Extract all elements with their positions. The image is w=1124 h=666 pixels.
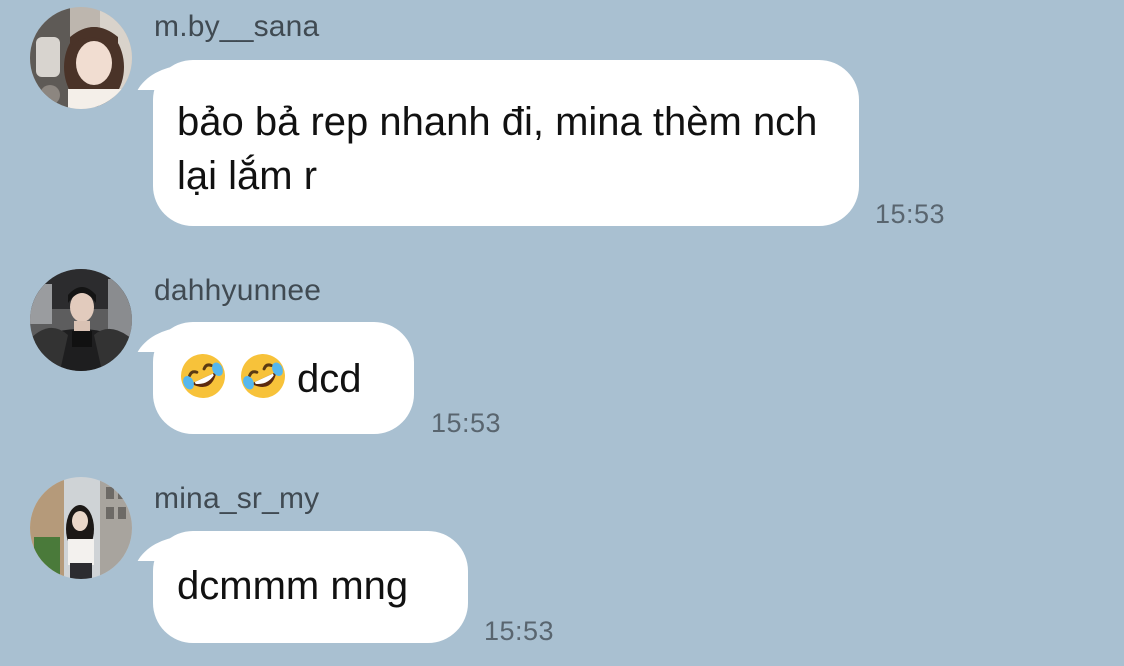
avatar[interactable]: [30, 7, 132, 109]
message-bubble[interactable]: dcd: [153, 322, 414, 434]
avatar[interactable]: [30, 269, 132, 371]
message-bubble[interactable]: bảo bả rep nhanh đi, mina thèm nch lại l…: [153, 60, 859, 226]
rolling-on-floor-laughing-emoji: [181, 354, 225, 398]
sender-name: dahhyunnee: [154, 274, 322, 307]
timestamp: 15:53: [484, 616, 555, 646]
avatar[interactable]: [30, 477, 132, 579]
message-bubble[interactable]: dcmmm mng: [153, 531, 468, 643]
message-text: dcd: [297, 357, 362, 401]
message-text: dcmmm mng: [177, 564, 409, 608]
sender-name: m.by__sana: [154, 10, 320, 43]
message-text: bảo bả rep nhanh đi, mina thèm nch lại l…: [177, 100, 818, 198]
rolling-on-floor-laughing-emoji: [241, 354, 285, 398]
sender-name: mina_sr_my: [154, 482, 320, 515]
timestamp: 15:53: [431, 408, 502, 438]
timestamp: 15:53: [875, 199, 946, 229]
